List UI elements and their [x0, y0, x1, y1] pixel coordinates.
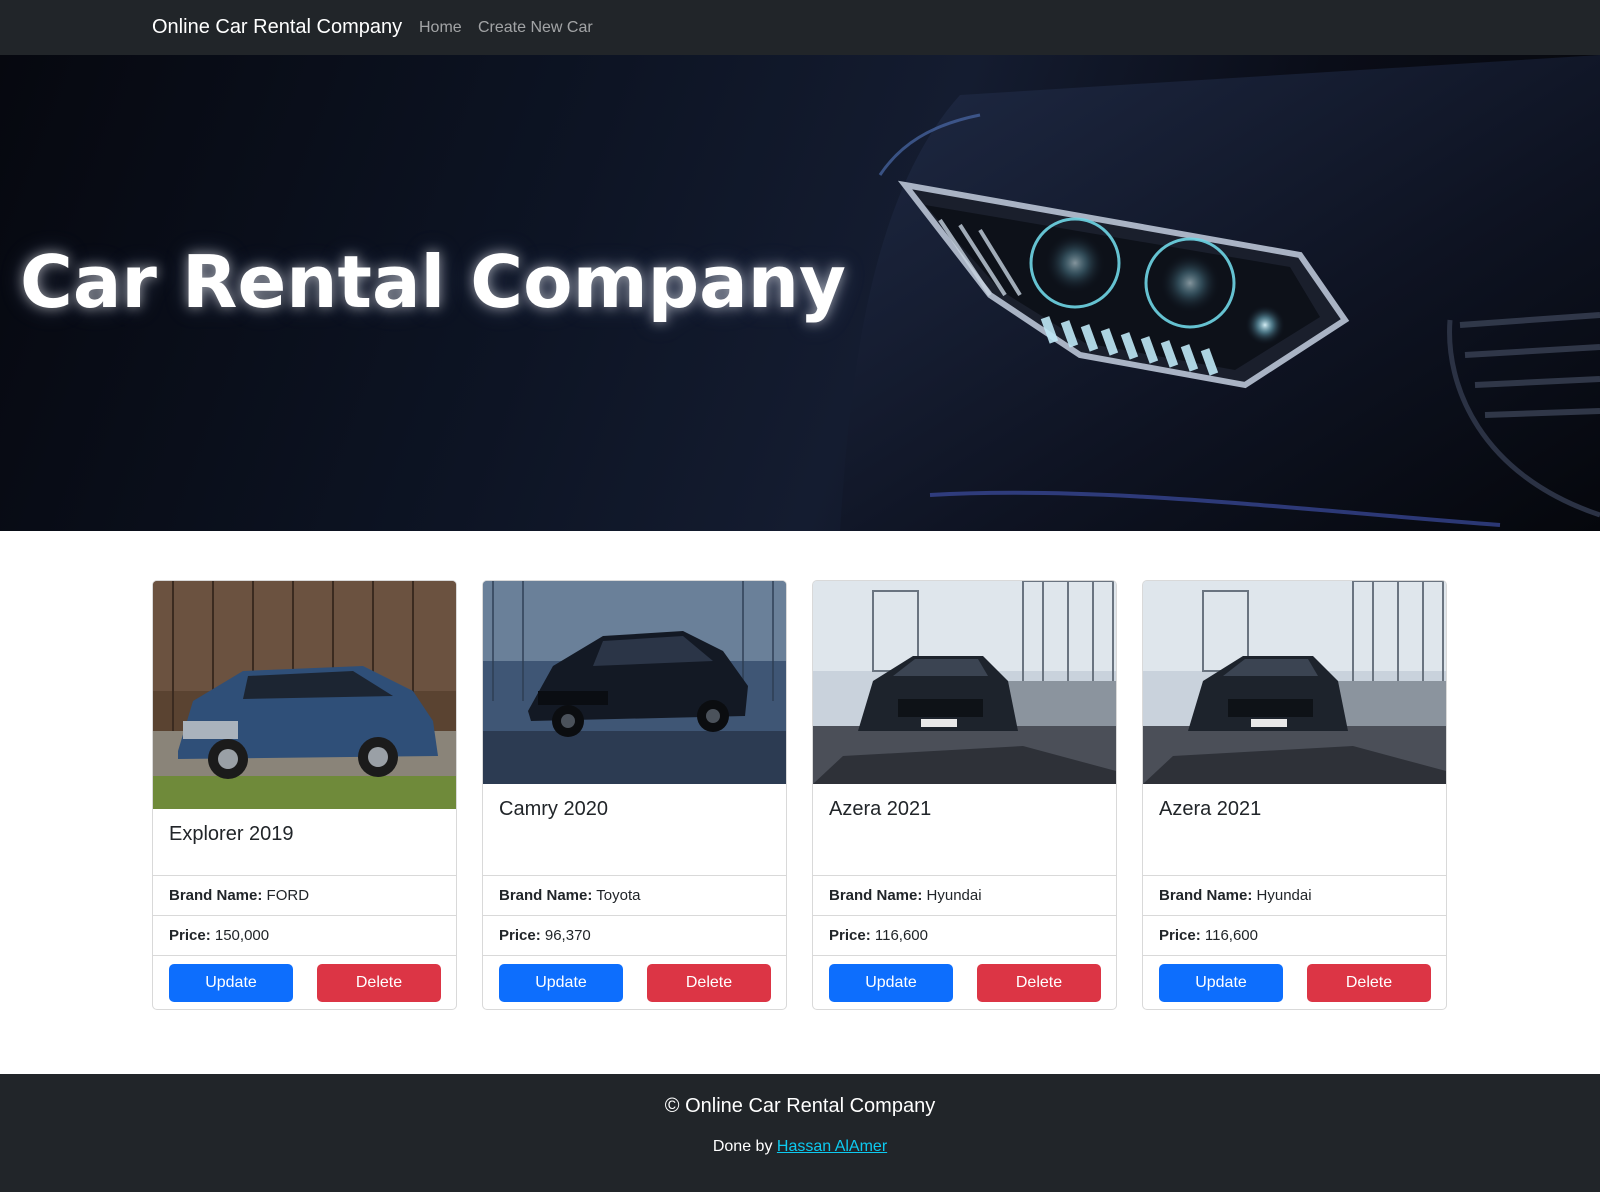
delete-button[interactable]: Delete	[317, 964, 441, 1002]
card-title: Azera 2021	[1159, 798, 1262, 820]
hero-banner: Car Rental Company	[0, 55, 1600, 531]
car-card: Azera 2021 Brand Name: Hyundai Price: 11…	[1142, 580, 1447, 1010]
nav-link-home[interactable]: Home	[419, 19, 462, 37]
blue-suv-photo	[153, 581, 456, 809]
nav-link-create-new-car[interactable]: Create New Car	[478, 19, 593, 37]
brand-label: Brand Name:	[829, 887, 923, 904]
brand-value: Hyundai	[926, 887, 982, 904]
price-label: Price:	[1159, 927, 1201, 944]
price-value: 96,370	[544, 927, 591, 944]
dark-sedan-photo	[813, 581, 1116, 784]
card-title: Explorer 2019	[169, 823, 294, 845]
brand-label: Brand Name:	[169, 887, 263, 904]
navbar-brand[interactable]: Online Car Rental Company	[152, 16, 402, 39]
price-label: Price:	[169, 927, 211, 944]
car-card: Camry 2020 Brand Name: Toyota Price: 96,…	[482, 580, 787, 1010]
brand-value: Toyota	[596, 887, 641, 904]
brand-value: Hyundai	[1256, 887, 1312, 904]
card-brand-row: Brand Name: Toyota	[483, 875, 786, 915]
price-value: 116,600	[1204, 927, 1258, 944]
dark-sedan-photo	[1143, 581, 1446, 784]
price-label: Price:	[829, 927, 871, 944]
delete-button[interactable]: Delete	[977, 964, 1101, 1002]
brand-label: Brand Name:	[499, 887, 593, 904]
card-actions: Update Delete	[483, 955, 786, 1009]
update-button[interactable]: Update	[1159, 964, 1283, 1002]
brand-label: Brand Name:	[1159, 887, 1253, 904]
card-brand-row: Brand Name: Hyundai	[1143, 875, 1446, 915]
footer-credit: Done by Hassan AlAmer	[0, 1138, 1600, 1156]
delete-button[interactable]: Delete	[647, 964, 771, 1002]
update-button[interactable]: Update	[169, 964, 293, 1002]
card-title: Camry 2020	[499, 798, 608, 820]
car-card: Azera 2021 Brand Name: Hyundai Price: 11…	[812, 580, 1117, 1010]
update-button[interactable]: Update	[499, 964, 623, 1002]
footer-copyright: © Online Car Rental Company	[664, 1095, 936, 1117]
price-value: 116,600	[874, 927, 928, 944]
card-price-row: Price: 116,600	[813, 915, 1116, 955]
dark-sedan-photo	[483, 581, 786, 784]
card-brand-row: Brand Name: Hyundai	[813, 875, 1116, 915]
footer: © Online Car Rental Company Done by Hass…	[0, 1074, 1600, 1192]
card-actions: Update Delete	[813, 955, 1116, 1009]
card-title: Azera 2021	[829, 798, 932, 820]
price-label: Price:	[499, 927, 541, 944]
card-brand-row: Brand Name: FORD	[153, 875, 456, 915]
update-button[interactable]: Update	[829, 964, 953, 1002]
credit-prefix: Done by	[712, 1138, 773, 1155]
card-price-row: Price: 96,370	[483, 915, 786, 955]
price-value: 150,000	[214, 927, 270, 944]
car-card: Explorer 2019 Brand Name: FORD Price: 15…	[152, 580, 457, 1010]
card-actions: Update Delete	[153, 955, 456, 1009]
card-actions: Update Delete	[1143, 955, 1446, 1009]
card-price-row: Price: 150,000	[153, 915, 456, 955]
card-price-row: Price: 116,600	[1143, 915, 1446, 955]
brand-value: FORD	[266, 887, 310, 904]
hero-title: Car Rental Company	[20, 240, 846, 324]
delete-button[interactable]: Delete	[1307, 964, 1431, 1002]
navbar: Online Car Rental Company Home Create Ne…	[0, 0, 1600, 55]
author-link[interactable]: Hassan AlAmer	[777, 1138, 887, 1155]
